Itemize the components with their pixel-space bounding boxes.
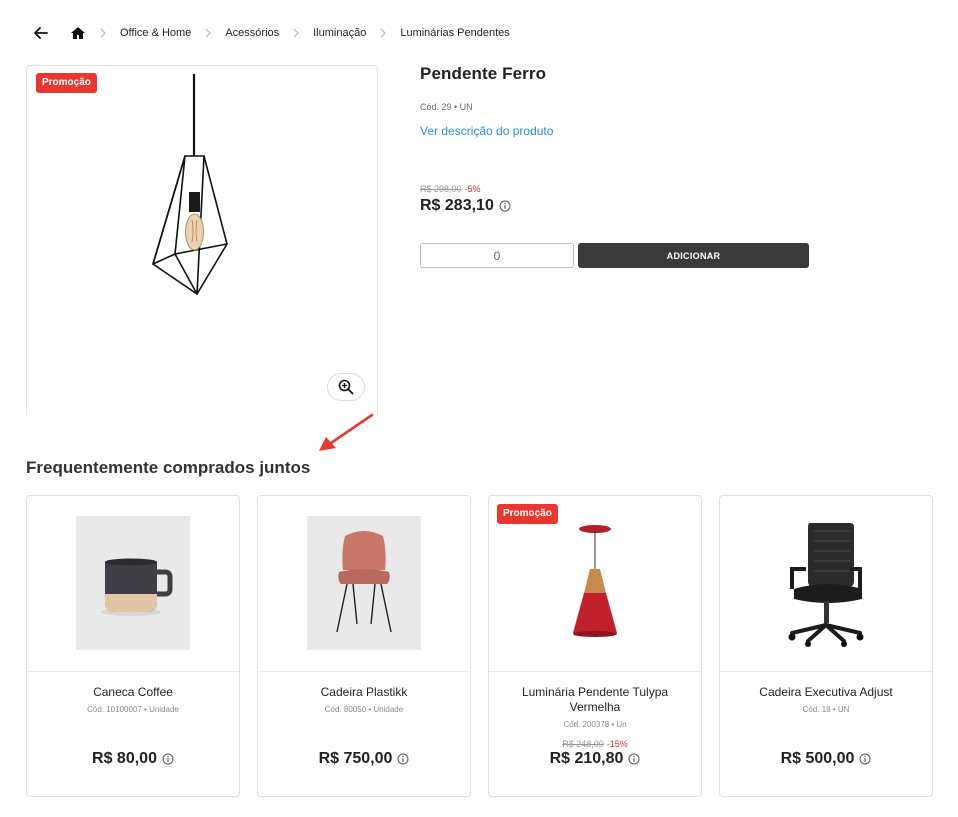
office-chair-image (769, 516, 883, 650)
chevron-right-icon (293, 28, 301, 38)
breadcrumb-item-iluminacao[interactable]: Iluminação (313, 27, 366, 39)
product-card-caneca-coffee[interactable]: Caneca Coffee Cód. 10100007 • Unidade R$… (26, 495, 240, 797)
product-card-old-price-row: R$ 248,00 -15% (489, 739, 701, 749)
product-card-price: R$ 80,00 (92, 750, 157, 767)
pendant-lamp-image (152, 74, 228, 296)
info-icon[interactable] (499, 200, 511, 212)
related-products-list: Caneca Coffee Cód. 10100007 • Unidade R$… (26, 495, 933, 797)
old-price-row: R$ 298,00 -5% (420, 184, 820, 194)
product-card-name: Cadeira Executiva Adjust (759, 685, 893, 699)
red-pendant-lamp-image (538, 516, 652, 650)
product-card-price: R$ 210,80 (549, 750, 624, 767)
product-card-name: Caneca Coffee (93, 685, 173, 699)
product-card-name: Luminária Pendente Tulypa Vermelha (521, 685, 669, 714)
chair-image (307, 516, 421, 650)
price-row: R$ 283,10 (420, 197, 820, 215)
promo-badge: Promoção (36, 73, 97, 93)
buy-row: ADICIONAR (420, 243, 809, 268)
info-icon[interactable] (628, 753, 640, 765)
discount-label: -15% (606, 739, 628, 749)
product-card-price-row: R$ 80,00 (27, 750, 239, 768)
product-card-price-row: R$ 500,00 (720, 750, 932, 768)
product-title: Pendente Ferro (420, 64, 547, 83)
mug-image (76, 516, 190, 650)
product-card-price-row: R$ 750,00 (258, 750, 470, 768)
product-card-code: Cód. 200378 • Un (563, 720, 627, 729)
product-card-luminaria-tulypa[interactable]: Promoção Luminária Pendente Tulypa Verme… (488, 495, 702, 797)
breadcrumb-item-acessorios[interactable]: Acessórios (225, 27, 279, 39)
product-card-price: R$ 750,00 (318, 750, 393, 767)
product-card-cadeira-plastikk[interactable]: Cadeira Plastikk Cód. 80050 • Unidade R$… (257, 495, 471, 797)
chevron-right-icon (100, 28, 108, 38)
breadcrumb: Office & Home Acessórios Iluminação Lumi… (32, 24, 510, 42)
old-price: R$ 298,00 (420, 184, 462, 194)
info-icon[interactable] (397, 753, 409, 765)
info-icon[interactable] (162, 753, 174, 765)
old-price: R$ 248,00 (562, 739, 604, 749)
add-to-cart-button[interactable]: ADICIONAR (578, 243, 809, 268)
description-link[interactable]: Ver descrição do produto (420, 124, 820, 138)
zoom-in-icon (338, 379, 354, 395)
chevron-right-icon (380, 28, 388, 38)
product-card-code: Cód. 10100007 • Unidade (87, 705, 179, 714)
chevron-right-icon (205, 28, 213, 38)
home-icon[interactable] (70, 25, 86, 41)
product-info: Pendente Ferro Cód. 29 • UN Ver descriçã… (420, 64, 820, 215)
product-code: Cód. 29 • UN (420, 102, 473, 112)
product-price: R$ 283,10 (420, 197, 494, 214)
product-image-panel: Promoção (26, 65, 378, 415)
product-card-name: Cadeira Plastikk (320, 685, 408, 699)
quantity-input[interactable] (420, 243, 574, 268)
discount-label: -5% (464, 184, 481, 194)
product-card-code: Cód. 80050 • Unidade (324, 705, 404, 714)
annotation-arrow-icon (319, 413, 374, 451)
related-section-title: Frequentemente comprados juntos (26, 458, 311, 477)
breadcrumb-item-office-home[interactable]: Office & Home (120, 27, 191, 39)
product-card-code: Cód. 18 • UN (802, 705, 850, 714)
zoom-button[interactable] (327, 373, 365, 401)
info-icon[interactable] (859, 753, 871, 765)
product-card-price: R$ 500,00 (780, 750, 855, 767)
breadcrumb-item-luminarias-pendentes[interactable]: Luminárias Pendentes (400, 27, 509, 39)
product-card-price-row: R$ 210,80 (489, 750, 701, 768)
product-card-cadeira-executiva[interactable]: Cadeira Executiva Adjust Cód. 18 • UN R$… (719, 495, 933, 797)
back-arrow-icon[interactable] (32, 24, 50, 42)
